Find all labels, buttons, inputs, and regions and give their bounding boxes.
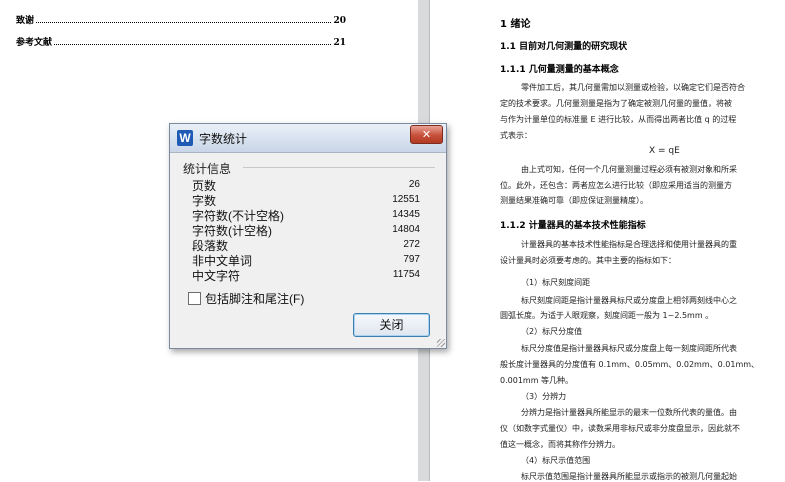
- stat-value-non-chinese-words: 797: [403, 254, 420, 265]
- toc-row-thanks[interactable]: 致谢 20: [16, 13, 346, 26]
- stat-value-words: 12551: [392, 194, 420, 205]
- group-divider: [243, 167, 435, 168]
- heading-subsection: 1.1.1 几何量测量的基本概念: [500, 65, 619, 75]
- paragraph-line: 值这一概念，而将其称作分辨力。: [500, 440, 620, 449]
- toc-label: 致谢: [16, 16, 35, 26]
- list-item-heading: （3）分辨力: [521, 392, 567, 401]
- paragraph-line: 位。此外，还包含：两者应怎么进行比较（即应采用适当的测量方: [500, 181, 732, 190]
- heading-subsection: 1.1.2 计量器具的基本技术性能指标: [500, 221, 646, 231]
- list-item-heading: （4）标尺示值范围: [521, 456, 591, 465]
- paragraph-line: 0.001mm 等几种。: [500, 376, 574, 385]
- dialog-titlebar[interactable]: W 字数统计 ✕: [170, 124, 446, 153]
- word-count-dialog: W 字数统计 ✕ 统计信息 页数 26 字数 12551 字符数(不计空格) 1…: [169, 123, 447, 349]
- paragraph-line: 分辨力是指计量器具所能显示的最末一位数所代表的量值。由: [521, 408, 737, 417]
- stat-label-chinese-chars: 中文字符: [192, 269, 241, 283]
- stat-value-chars-with-spaces: 14804: [392, 224, 420, 235]
- close-icon[interactable]: ✕: [410, 125, 443, 144]
- wps-writer-icon: W: [177, 130, 193, 146]
- paragraph-line: 与作为计量单位的标准量 E 进行比较，从而得出两者比值 q 的过程: [500, 115, 737, 124]
- include-footnotes-checkbox[interactable]: [188, 292, 201, 305]
- paragraph-line: 设计量具时必须要考虑的。其中主要的指标如下：: [500, 256, 676, 265]
- stat-value-paragraphs: 272: [403, 239, 420, 250]
- paragraph-line: 计量器具的基本技术性能指标是合理选择和使用计量器具的重: [521, 240, 737, 249]
- stat-value-pages: 26: [408, 179, 420, 190]
- list-item-heading: （1）标尺刻度间距: [521, 278, 591, 287]
- stats-group-label: 统计信息: [183, 162, 232, 176]
- heading-chapter: 1 绪论: [500, 19, 531, 30]
- toc-page: 21: [333, 38, 346, 48]
- paragraph-line: 圆弧长度。为适于人眼观察，刻度间距一般为 1~2.5mm 。: [500, 311, 714, 320]
- toc-label: 参考文献: [16, 38, 53, 48]
- list-item-heading: （2）标尺分度值: [521, 327, 583, 336]
- paragraph-line: 般长度计量器具的分度值有 0.1mm、0.05mm、0.02mm、0.01mm、: [500, 360, 760, 369]
- toc-page: 20: [333, 16, 346, 26]
- dialog-title: 字数统计: [199, 132, 248, 146]
- resize-grip-icon[interactable]: [437, 339, 445, 347]
- paragraph-line: 仪（如数字式量仪）中，读数采用非标尺或非分度盘显示，因此就不: [500, 424, 740, 433]
- paragraph-line: 由上式可知，任何一个几何量测量过程必须有被测对象和所采: [521, 165, 737, 174]
- paragraph-line: 标尺分度值是指计量器具标尺或分度盘上每一刻度间距所代表: [521, 344, 737, 353]
- paragraph-line: 零件加工后，其几何量需加以测量或检验，以确定它们是否符合: [521, 83, 745, 92]
- paragraph-line: 测量结果准确可靠（即应保证测量精度）。: [500, 196, 648, 205]
- paragraph-line: 标尺刻度间距是指计量器具标尺或分度盘上相邻两刻线中心之: [521, 296, 737, 305]
- toc-leader: [36, 22, 332, 23]
- paragraph-line: 定的技术要求。几何量测量是指为了确定被测几何量的量值，将被: [500, 99, 732, 108]
- formula: X = qE: [649, 146, 680, 156]
- toc-leader: [54, 44, 332, 45]
- stat-value-chinese-chars: 11754: [392, 269, 420, 280]
- stat-value-chars-no-spaces: 14345: [392, 209, 420, 220]
- paragraph-line: 式表示：: [500, 131, 532, 140]
- close-button[interactable]: 关闭: [353, 313, 430, 337]
- heading-section: 1.1 目前对几何测量的研究现状: [500, 42, 628, 52]
- toc-row-references[interactable]: 参考文献 21: [16, 35, 346, 48]
- include-footnotes-label[interactable]: 包括脚注和尾注(F): [205, 290, 304, 307]
